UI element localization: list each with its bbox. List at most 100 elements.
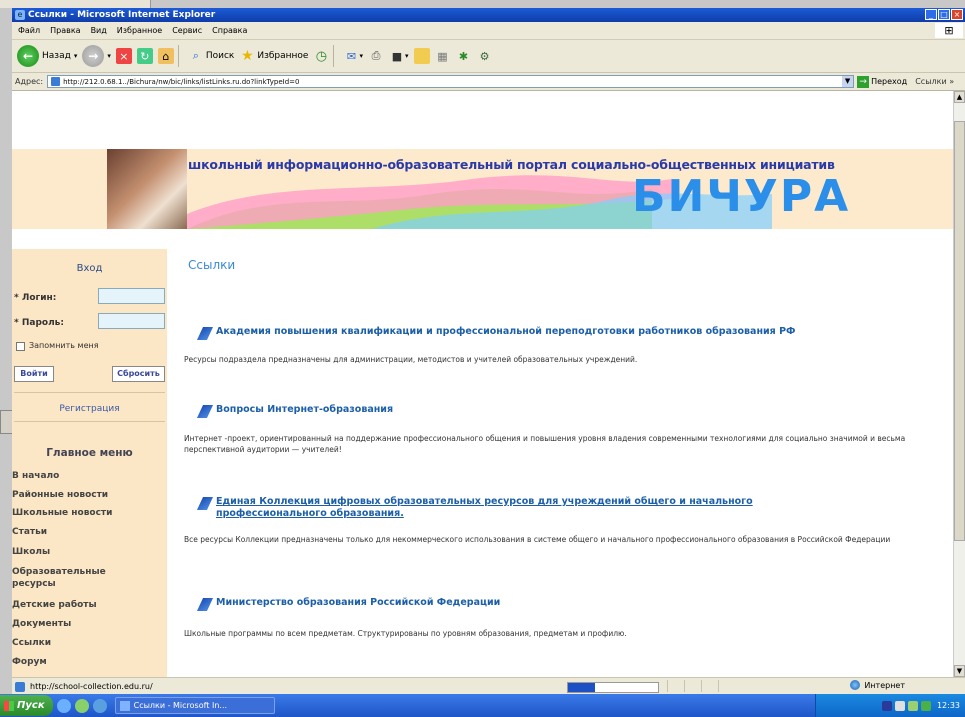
title-bar[interactable]: e Ссылки - Microsoft Internet Explorer _… (12, 8, 965, 22)
link-item[interactable]: Единая Коллекция цифровых образовательны… (196, 496, 856, 520)
tray-network-icon[interactable] (894, 700, 905, 711)
register-link[interactable]: Регистрация (12, 404, 167, 414)
address-url: http://212.0.68.1../Bichura/nw/bic/links… (63, 77, 300, 86)
scroll-down-icon[interactable]: ▼ (954, 665, 965, 677)
status-text: http://school-collection.edu.ru/ (30, 682, 153, 691)
scroll-thumb[interactable] (954, 121, 965, 541)
menu-item-forum[interactable]: Форум (12, 657, 167, 667)
stop-button[interactable]: × (115, 48, 132, 64)
login-label: * Логин: (14, 293, 57, 303)
vertical-scrollbar[interactable]: ▲ ▼ (953, 91, 965, 677)
maximize-icon[interactable]: □ (938, 9, 950, 20)
menu-edit[interactable]: Правка (50, 26, 80, 35)
pen-icon (196, 405, 214, 418)
link-item[interactable]: Министерство образования Российской Феде… (196, 597, 500, 611)
home-button[interactable]: ⌂ (157, 48, 174, 64)
refresh-button[interactable]: ↻ (136, 48, 153, 64)
favorites-button[interactable]: ★ Избранное (239, 48, 308, 64)
folder-button[interactable] (413, 48, 430, 64)
refresh-icon: ↻ (136, 48, 153, 64)
background-window-strip (0, 0, 151, 8)
forward-arrow-icon: → (82, 45, 105, 67)
enter-button[interactable]: Войти (14, 366, 54, 382)
window-controls: _ □ × (925, 9, 963, 20)
address-input[interactable]: http://212.0.68.1../Bichura/nw/bic/links… (47, 75, 855, 88)
globe-icon (850, 680, 861, 690)
progress-bar (567, 682, 659, 693)
menu-tools[interactable]: Сервис (172, 26, 202, 35)
start-button[interactable]: Пуск (0, 695, 53, 716)
quicklaunch-media-icon[interactable] (92, 698, 107, 713)
progress-fill (568, 683, 595, 692)
link-title[interactable]: Вопросы Интернет-образования (216, 404, 393, 415)
forward-button[interactable]: → ▾ (82, 45, 111, 67)
search-icon: ⌕ (192, 49, 199, 62)
scroll-up-icon[interactable]: ▲ (954, 91, 965, 103)
login-input[interactable] (98, 288, 165, 304)
link-description: Интернет -проект, ориентированный на под… (184, 434, 906, 454)
go-arrow-icon: → (857, 75, 870, 88)
quicklaunch-ie-icon[interactable] (56, 698, 71, 713)
close-icon[interactable]: × (951, 9, 963, 20)
link-item[interactable]: Вопросы Интернет-образования (196, 404, 393, 418)
favorites-star-icon: ★ (241, 48, 254, 64)
tray-volume-icon[interactable] (907, 700, 918, 711)
taskbar-item-ie[interactable]: Ссылки - Microsoft In... (114, 697, 275, 714)
menu-bar: Файл Правка Вид Избранное Сервис Справка… (12, 22, 965, 40)
edit-icon: ■ (391, 49, 403, 63)
link-item[interactable]: Академия повышения квалификации и профес… (196, 326, 795, 340)
menu-file[interactable]: Файл (18, 26, 40, 35)
taskbar: Пуск Ссылки - Microsoft In... 12:33 (0, 694, 965, 717)
toolbar-divider (177, 45, 179, 67)
chevron-down-icon: ▾ (107, 52, 111, 60)
menu-item-schools[interactable]: Школы (12, 547, 167, 557)
reset-button[interactable]: Сбросить (112, 366, 165, 382)
quicklaunch-desktop-icon[interactable] (74, 698, 89, 713)
menu-item-home[interactable]: В начало (12, 471, 167, 481)
menu-item-school-news[interactable]: Школьные новости (12, 508, 167, 518)
menu-favorites[interactable]: Избранное (117, 26, 162, 35)
menu-item-documents[interactable]: Документы (12, 619, 167, 629)
print-icon: ⎙ (371, 49, 381, 62)
minimize-icon[interactable]: _ (925, 9, 937, 20)
page-viewport: школьный информационно-образовательный п… (12, 91, 953, 677)
password-input[interactable] (98, 313, 165, 329)
remember-label: Запомнить меня (29, 341, 99, 350)
link-title[interactable]: Единая Коллекция цифровых образовательны… (216, 496, 856, 520)
tray-security-icon[interactable] (920, 700, 931, 711)
menu-item-articles[interactable]: Статьи (12, 527, 167, 537)
menu-item-kids-works[interactable]: Детские работы (12, 600, 167, 610)
taskbar-item-label: Ссылки - Microsoft In... (133, 701, 228, 710)
menu-item-links[interactable]: Ссылки (12, 638, 167, 648)
go-button[interactable]: → Переход (857, 75, 908, 88)
page-icon (51, 77, 61, 86)
link-title[interactable]: Министерство образования Российской Феде… (216, 597, 500, 608)
go-label: Переход (871, 77, 908, 86)
remember-checkbox[interactable] (16, 342, 25, 351)
pen-icon (196, 598, 214, 611)
menu-item-district-news[interactable]: Районные новости (12, 490, 167, 500)
link-title[interactable]: Академия повышения квалификации и профес… (216, 326, 795, 337)
tool-button[interactable]: ⚙ (477, 48, 493, 64)
menu-item-edu-resources[interactable]: Образовательные ресурсы (12, 566, 142, 590)
chevron-down-icon[interactable]: ▼ (842, 76, 854, 87)
status-pane (701, 680, 718, 692)
edit-button[interactable]: ■ ▾ (389, 48, 409, 64)
banner-tagline: школьный информационно-образовательный п… (188, 157, 835, 172)
print-button[interactable]: ⎙ (368, 48, 384, 64)
mail-button[interactable]: ✉ ▾ (343, 48, 363, 64)
address-label: Адрес: (15, 77, 44, 86)
menu-help[interactable]: Справка (212, 26, 247, 35)
research-icon: ▦ (437, 49, 448, 63)
tray-app-icon[interactable] (881, 700, 892, 711)
link-description: Школьные программы по всем предметам. Ст… (184, 629, 627, 638)
messenger-button[interactable]: ✱ (456, 48, 472, 64)
password-label: * Пароль: (14, 318, 64, 328)
history-button[interactable]: ◷ (313, 48, 329, 64)
links-button[interactable]: Ссылки » (915, 77, 954, 86)
search-button[interactable]: ⌕ Поиск (188, 48, 235, 64)
research-button[interactable]: ▦ (435, 48, 451, 64)
menu-view[interactable]: Вид (91, 26, 107, 35)
status-pane (667, 680, 684, 692)
back-button[interactable]: ← Назад ▾ (17, 45, 77, 67)
